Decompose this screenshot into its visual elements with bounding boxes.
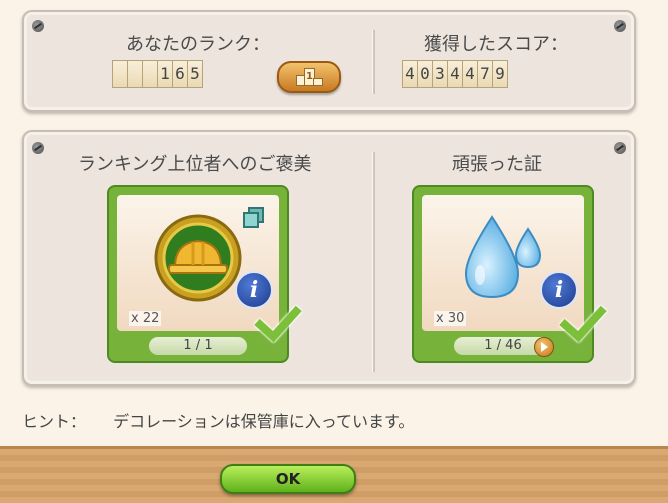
rank-digit: 1 — [157, 60, 173, 88]
rank-counter: 1 6 5 — [112, 60, 203, 88]
rank-digit — [142, 60, 158, 88]
screw-icon — [32, 20, 44, 32]
panel-divider — [372, 30, 375, 94]
score-digit: 3 — [432, 60, 448, 88]
screw-icon — [32, 142, 44, 154]
copies-icon — [243, 207, 264, 228]
effort-reward-card[interactable]: i x 30 1 / 46 — [412, 185, 607, 363]
rank-digit: 5 — [187, 60, 203, 88]
water-drop-icon — [464, 215, 542, 299]
panel-divider — [372, 152, 375, 372]
card-body: i x 30 — [422, 195, 584, 331]
reward-progress: 1 / 1 — [149, 337, 247, 355]
rank-digit — [127, 60, 143, 88]
reward-count: x 30 — [434, 311, 467, 326]
info-icon[interactable]: i — [540, 271, 578, 309]
score-digit: 9 — [492, 60, 508, 88]
ok-button[interactable]: OK — [220, 464, 356, 494]
top-reward-title: ランキング上位者へのご褒美 — [78, 154, 312, 175]
screw-icon — [614, 20, 626, 32]
score-digit: 4 — [447, 60, 463, 88]
hint-label: ヒント： — [22, 412, 87, 431]
card-body: i x 22 — [117, 195, 279, 331]
hint: ヒント： デコレーションは保管庫に入っています。 — [22, 408, 414, 432]
hint-text: デコレーションは保管庫に入っています。 — [113, 412, 415, 431]
reward-count: x 22 — [129, 311, 162, 326]
next-arrow-icon[interactable] — [534, 337, 554, 357]
effort-reward-title: 頑張った証 — [452, 154, 542, 175]
top-reward-card[interactable]: i x 22 1 / 1 — [107, 185, 302, 363]
rank-label: あなたのランク： — [126, 34, 270, 55]
hard-hat-coin-icon — [154, 214, 242, 302]
info-icon[interactable]: i — [235, 271, 273, 309]
rank-digit — [112, 60, 128, 88]
podium-icon: 1 — [296, 68, 323, 86]
score-counter: 4 0 3 4 4 7 9 — [402, 60, 508, 88]
ranking-button[interactable]: 1 — [277, 61, 341, 93]
score-digit: 4 — [402, 60, 418, 88]
screw-icon — [614, 142, 626, 154]
score-digit: 4 — [462, 60, 478, 88]
score-digit: 0 — [417, 60, 433, 88]
score-digit: 7 — [477, 60, 493, 88]
rank-digit: 6 — [172, 60, 188, 88]
score-label: 獲得したスコア： — [424, 34, 568, 55]
